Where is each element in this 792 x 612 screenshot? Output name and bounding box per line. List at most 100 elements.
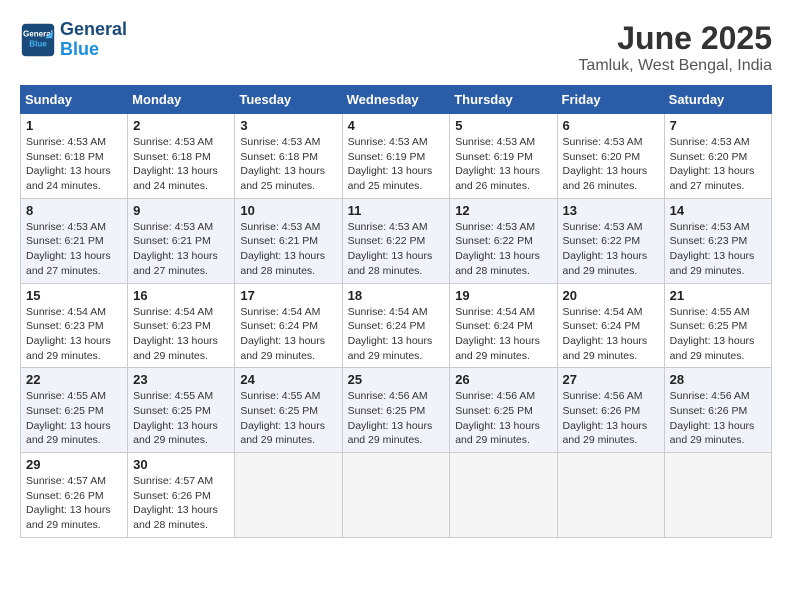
day-number: 20 <box>563 288 659 303</box>
day-number: 27 <box>563 372 659 387</box>
day-number: 6 <box>563 118 659 133</box>
day-info: Sunrise: 4:53 AM Sunset: 6:20 PM Dayligh… <box>563 135 659 194</box>
day-number: 21 <box>670 288 766 303</box>
day-info: Sunrise: 4:54 AM Sunset: 6:24 PM Dayligh… <box>240 305 336 364</box>
day-number: 1 <box>26 118 122 133</box>
day-number: 14 <box>670 203 766 218</box>
weekday-header-monday: Monday <box>128 86 235 114</box>
weekday-header-sunday: Sunday <box>21 86 128 114</box>
day-cell: 12 Sunrise: 4:53 AM Sunset: 6:22 PM Dayli… <box>450 198 557 283</box>
day-info: Sunrise: 4:56 AM Sunset: 6:25 PM Dayligh… <box>455 389 551 448</box>
logo-text-blue: Blue <box>60 40 127 60</box>
day-number: 3 <box>240 118 336 133</box>
day-info: Sunrise: 4:53 AM Sunset: 6:18 PM Dayligh… <box>240 135 336 194</box>
day-cell: 27 Sunrise: 4:56 AM Sunset: 6:26 PM Dayli… <box>557 368 664 453</box>
week-row-4: 22 Sunrise: 4:55 AM Sunset: 6:25 PM Dayli… <box>21 368 772 453</box>
day-cell: 24 Sunrise: 4:55 AM Sunset: 6:25 PM Dayli… <box>235 368 342 453</box>
location-title: Tamluk, West Bengal, India <box>578 57 772 75</box>
day-number: 30 <box>133 457 229 472</box>
weekday-header-friday: Friday <box>557 86 664 114</box>
day-cell: 2 Sunrise: 4:53 AM Sunset: 6:18 PM Daylig… <box>128 114 235 199</box>
day-info: Sunrise: 4:57 AM Sunset: 6:26 PM Dayligh… <box>26 474 122 533</box>
weekday-header-row: SundayMondayTuesdayWednesdayThursdayFrid… <box>21 86 772 114</box>
logo-text-general: General <box>60 20 127 40</box>
logo-icon: General Blue <box>20 22 56 58</box>
week-row-3: 15 Sunrise: 4:54 AM Sunset: 6:23 PM Dayli… <box>21 283 772 368</box>
day-info: Sunrise: 4:53 AM Sunset: 6:19 PM Dayligh… <box>348 135 445 194</box>
day-cell: 16 Sunrise: 4:54 AM Sunset: 6:23 PM Dayli… <box>128 283 235 368</box>
day-cell: 29 Sunrise: 4:57 AM Sunset: 6:26 PM Dayli… <box>21 453 128 538</box>
day-cell: 21 Sunrise: 4:55 AM Sunset: 6:25 PM Dayli… <box>664 283 771 368</box>
day-cell: 7 Sunrise: 4:53 AM Sunset: 6:20 PM Daylig… <box>664 114 771 199</box>
day-cell: 30 Sunrise: 4:57 AM Sunset: 6:26 PM Dayli… <box>128 453 235 538</box>
day-cell: 5Sunrise: 4:53 AM Sunset: 6:19 PM Daylig… <box>450 114 557 199</box>
day-info: Sunrise: 4:55 AM Sunset: 6:25 PM Dayligh… <box>240 389 336 448</box>
day-cell: 6 Sunrise: 4:53 AM Sunset: 6:20 PM Daylig… <box>557 114 664 199</box>
day-number: 29 <box>26 457 122 472</box>
day-info: Sunrise: 4:53 AM Sunset: 6:18 PM Dayligh… <box>26 135 122 194</box>
day-info: Sunrise: 4:53 AM Sunset: 6:21 PM Dayligh… <box>26 220 122 279</box>
week-row-5: 29 Sunrise: 4:57 AM Sunset: 6:26 PM Dayli… <box>21 453 772 538</box>
day-cell <box>450 453 557 538</box>
day-info: Sunrise: 4:56 AM Sunset: 6:26 PM Dayligh… <box>563 389 659 448</box>
day-number: 28 <box>670 372 766 387</box>
day-info: Sunrise: 4:53 AM Sunset: 6:22 PM Dayligh… <box>348 220 445 279</box>
svg-text:Blue: Blue <box>29 39 47 48</box>
day-number: 12 <box>455 203 551 218</box>
header: General Blue General Blue June 2025 Taml… <box>20 20 772 75</box>
day-number: 10 <box>240 203 336 218</box>
day-number: 9 <box>133 203 229 218</box>
day-cell <box>664 453 771 538</box>
day-info: Sunrise: 4:53 AM Sunset: 6:22 PM Dayligh… <box>455 220 551 279</box>
day-number: 13 <box>563 203 659 218</box>
day-number: 18 <box>348 288 445 303</box>
day-cell: 14 Sunrise: 4:53 AM Sunset: 6:23 PM Dayli… <box>664 198 771 283</box>
week-row-1: 1 Sunrise: 4:53 AM Sunset: 6:18 PM Daylig… <box>21 114 772 199</box>
day-info: Sunrise: 4:53 AM Sunset: 6:23 PM Dayligh… <box>670 220 766 279</box>
day-info: Sunrise: 4:54 AM Sunset: 6:24 PM Dayligh… <box>455 305 551 364</box>
day-info: Sunrise: 4:56 AM Sunset: 6:25 PM Dayligh… <box>348 389 445 448</box>
day-number: 24 <box>240 372 336 387</box>
day-info: Sunrise: 4:53 AM Sunset: 6:21 PM Dayligh… <box>133 220 229 279</box>
day-cell: 19Sunrise: 4:54 AM Sunset: 6:24 PM Dayli… <box>450 283 557 368</box>
day-info: Sunrise: 4:53 AM Sunset: 6:21 PM Dayligh… <box>240 220 336 279</box>
day-cell: 9 Sunrise: 4:53 AM Sunset: 6:21 PM Daylig… <box>128 198 235 283</box>
day-cell: 17 Sunrise: 4:54 AM Sunset: 6:24 PM Dayli… <box>235 283 342 368</box>
day-cell: 4Sunrise: 4:53 AM Sunset: 6:19 PM Daylig… <box>342 114 450 199</box>
day-number: 26 <box>455 372 551 387</box>
day-number: 25 <box>348 372 445 387</box>
day-info: Sunrise: 4:53 AM Sunset: 6:20 PM Dayligh… <box>670 135 766 194</box>
day-info: Sunrise: 4:54 AM Sunset: 6:24 PM Dayligh… <box>563 305 659 364</box>
day-number: 15 <box>26 288 122 303</box>
day-info: Sunrise: 4:53 AM Sunset: 6:19 PM Dayligh… <box>455 135 551 194</box>
day-info: Sunrise: 4:54 AM Sunset: 6:23 PM Dayligh… <box>133 305 229 364</box>
title-area: June 2025 Tamluk, West Bengal, India <box>578 20 772 75</box>
day-number: 8 <box>26 203 122 218</box>
day-cell: 15 Sunrise: 4:54 AM Sunset: 6:23 PM Dayli… <box>21 283 128 368</box>
calendar-table: SundayMondayTuesdayWednesdayThursdayFrid… <box>20 85 772 538</box>
day-info: Sunrise: 4:53 AM Sunset: 6:22 PM Dayligh… <box>563 220 659 279</box>
day-number: 16 <box>133 288 229 303</box>
day-cell <box>235 453 342 538</box>
day-info: Sunrise: 4:57 AM Sunset: 6:26 PM Dayligh… <box>133 474 229 533</box>
day-cell: 20 Sunrise: 4:54 AM Sunset: 6:24 PM Dayli… <box>557 283 664 368</box>
day-info: Sunrise: 4:53 AM Sunset: 6:18 PM Dayligh… <box>133 135 229 194</box>
day-number: 7 <box>670 118 766 133</box>
day-cell: 13 Sunrise: 4:53 AM Sunset: 6:22 PM Dayli… <box>557 198 664 283</box>
day-cell: 3 Sunrise: 4:53 AM Sunset: 6:18 PM Daylig… <box>235 114 342 199</box>
weekday-header-saturday: Saturday <box>664 86 771 114</box>
day-number: 22 <box>26 372 122 387</box>
day-number: 17 <box>240 288 336 303</box>
day-cell: 26 Sunrise: 4:56 AM Sunset: 6:25 PM Dayli… <box>450 368 557 453</box>
day-info: Sunrise: 4:55 AM Sunset: 6:25 PM Dayligh… <box>670 305 766 364</box>
logo: General Blue General Blue <box>20 20 127 60</box>
day-cell: 25 Sunrise: 4:56 AM Sunset: 6:25 PM Dayli… <box>342 368 450 453</box>
day-info: Sunrise: 4:54 AM Sunset: 6:23 PM Dayligh… <box>26 305 122 364</box>
week-row-2: 8 Sunrise: 4:53 AM Sunset: 6:21 PM Daylig… <box>21 198 772 283</box>
day-cell: 10 Sunrise: 4:53 AM Sunset: 6:21 PM Dayli… <box>235 198 342 283</box>
day-info: Sunrise: 4:55 AM Sunset: 6:25 PM Dayligh… <box>133 389 229 448</box>
day-number: 2 <box>133 118 229 133</box>
day-cell: 23Sunrise: 4:55 AM Sunset: 6:25 PM Dayli… <box>128 368 235 453</box>
day-info: Sunrise: 4:56 AM Sunset: 6:26 PM Dayligh… <box>670 389 766 448</box>
day-cell <box>342 453 450 538</box>
